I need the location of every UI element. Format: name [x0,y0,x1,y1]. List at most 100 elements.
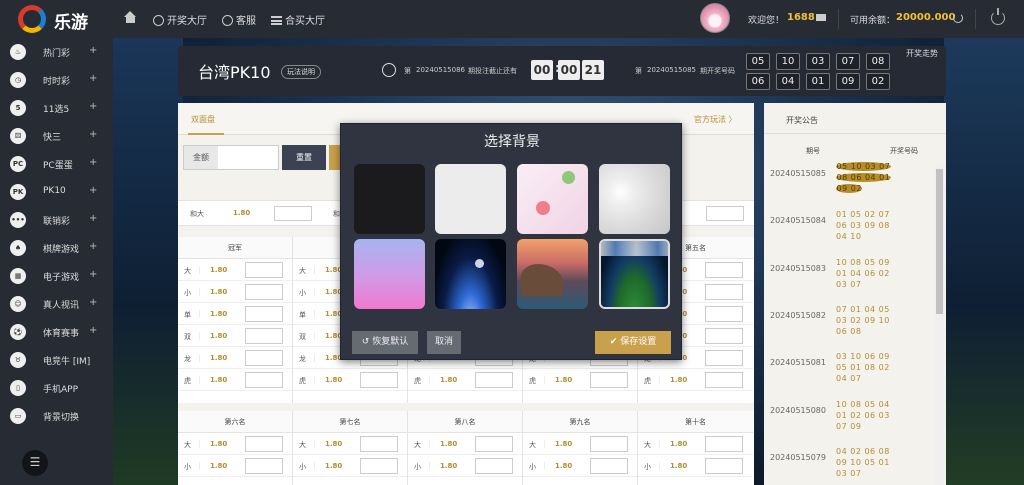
ball-decoration [536,201,550,215]
tab-underline [188,133,224,135]
sidebar-item-background[interactable]: ▭ 背景切换 [0,402,113,430]
bet-column: 第七名 大 1.80 小 1.80 [293,411,408,485]
bet-input[interactable] [360,436,398,452]
countdown-label: 期投注截止还有 [468,67,517,75]
nav-group-buy-hall[interactable]: 合买大厅 [271,12,325,27]
game-title: 台湾PK10 [198,63,271,82]
nav-customer-service[interactable]: 客服 [222,12,256,27]
racing-icon: PK [10,184,26,200]
balance-value: 20000.000 [896,12,956,23]
slot-icon: ▦ [10,268,26,284]
bg-thumb-space-moon[interactable] [435,239,506,309]
sidebar-item-joint[interactable]: ••• 联销彩 + [0,206,113,234]
mail-icon[interactable] [816,14,826,21]
soccer-icon: ⚽ [10,324,26,340]
bet-input[interactable] [705,328,743,344]
cancel-button[interactable]: 取消 [427,331,461,354]
rules-button[interactable]: 玩法说明 [281,65,321,79]
bg-thumb-light-gray[interactable] [435,164,506,234]
column-header: 第八名 [408,411,522,433]
bet-input[interactable] [245,436,283,452]
sidebar-item-app[interactable]: ▯ 手机APP [0,374,113,402]
more-icon: ••• [10,212,26,228]
bet-input[interactable] [245,350,283,366]
bg-thumb-pink-balls[interactable] [517,164,588,234]
tab-two-sided[interactable]: 双面盘 [191,114,215,125]
sidebar-item-sports[interactable]: ⚽ 体育赛事 + [0,318,113,346]
notice-numbers: 05 10 03 07 08 06 04 01 09 02 [836,162,891,193]
sidebar-toggle-icon[interactable]: ☰ [22,450,48,476]
countdown-hours: 00 [531,60,553,80]
bet-input[interactable] [245,458,283,474]
sidebar-item-esports[interactable]: ♉ 电竞牛 [IM] [0,346,113,374]
bet-input[interactable] [360,372,398,388]
bet-column: 第八名 大 1.80 小 1.80 [408,411,523,485]
bg-thumb-pink-gradient[interactable] [354,239,425,309]
bet-cell: 虎 1.80 [638,369,753,391]
official-play-link[interactable]: 官方玩法 〉 [694,114,737,125]
bet-input[interactable] [590,458,628,474]
bet-input[interactable] [705,306,743,322]
sidebar-item-cards[interactable]: ♠ 棋牌游戏 + [0,234,113,262]
bet-input[interactable] [705,372,743,388]
countdown-seconds: 21 [582,60,604,80]
sidebar: ♨ 热门彩 + ◷ 时时彩 + 5 11选5 + ⚄ 快三 + PC PC蛋蛋 + PK PK10 + … [0,38,113,485]
bg-thumb-bokeh[interactable] [599,164,670,234]
sidebar-item-hot[interactable]: ♨ 热门彩 + [0,38,113,66]
draw-ball: 10 [776,53,800,70]
divider [838,9,839,29]
sidebar-item-k3[interactable]: ⚄ 快三 + [0,122,113,150]
notice-issue: 20240515082 [770,311,826,320]
bet-input[interactable] [475,372,513,388]
bg-thumb-sunset-rock[interactable] [517,239,588,309]
bet-input[interactable] [705,458,743,474]
amount-field[interactable]: 金额 [183,145,279,170]
background-picker-modal: 选择背景 ↺ 恢复默认 取消 ✔ 保存设置 [340,123,682,360]
nav-lottery-hall[interactable]: 开奖大厅 [153,12,207,27]
bet-input[interactable] [705,284,743,300]
notice-scrollbar[interactable] [935,165,944,485]
reset-button[interactable]: 重置 [282,145,326,170]
refresh-icon[interactable] [953,13,963,23]
save-settings-button[interactable]: ✔ 保存设置 [595,331,671,354]
trend-link[interactable]: 开奖走势 [906,48,938,59]
sidebar-item-live[interactable]: ☺ 真人视讯 + [0,290,113,318]
restore-default-button[interactable]: ↺ 恢复默认 [352,331,418,354]
bet-input[interactable] [245,306,283,322]
bet-column: 第六名 大 1.80 小 1.80 [178,411,293,485]
bet-input[interactable] [705,350,743,366]
bet-input[interactable] [590,436,628,452]
draw-ball: 01 [806,73,830,90]
bet-input[interactable] [590,372,628,388]
avatar[interactable] [700,3,730,33]
power-icon[interactable] [991,8,1005,25]
sidebar-item-pk10[interactable]: PK PK10 + [0,178,113,206]
bet-input[interactable] [245,284,283,300]
sidebar-item-11x5[interactable]: 5 11选5 + [0,94,113,122]
bet-cell: 小1.80 [178,455,292,477]
notice-title: 开奖公告 [786,116,818,125]
bet-input[interactable] [360,458,398,474]
bet-cell: 大1.80 [408,433,522,455]
sidebar-item-ssc[interactable]: ◷ 时时彩 + [0,66,113,94]
sum-input[interactable] [274,206,312,221]
bet-input[interactable] [245,262,283,278]
bet-input[interactable] [245,328,283,344]
ball-decoration [562,171,575,184]
bg-thumb-black[interactable] [354,164,425,234]
home-icon[interactable] [124,11,137,24]
bet-input[interactable] [705,436,743,452]
bet-cell: 大1.80 [178,433,292,455]
logo[interactable]: 乐游 [12,3,112,35]
bet-input[interactable] [705,262,743,278]
bg-thumb-stadium-selected[interactable] [599,239,670,309]
bet-input[interactable] [245,372,283,388]
notice-issue: 20240515081 [770,358,826,367]
sidebar-item-pc-egg[interactable]: PC PC蛋蛋 + [0,150,113,178]
sidebar-item-slots[interactable]: ▦ 电子游戏 + [0,262,113,290]
bet-input[interactable] [475,436,513,452]
bet-input[interactable] [475,458,513,474]
scrollbar-thumb[interactable] [936,169,943,314]
bet-cell: 大1.80 [178,259,292,281]
sum-input[interactable] [706,206,744,221]
